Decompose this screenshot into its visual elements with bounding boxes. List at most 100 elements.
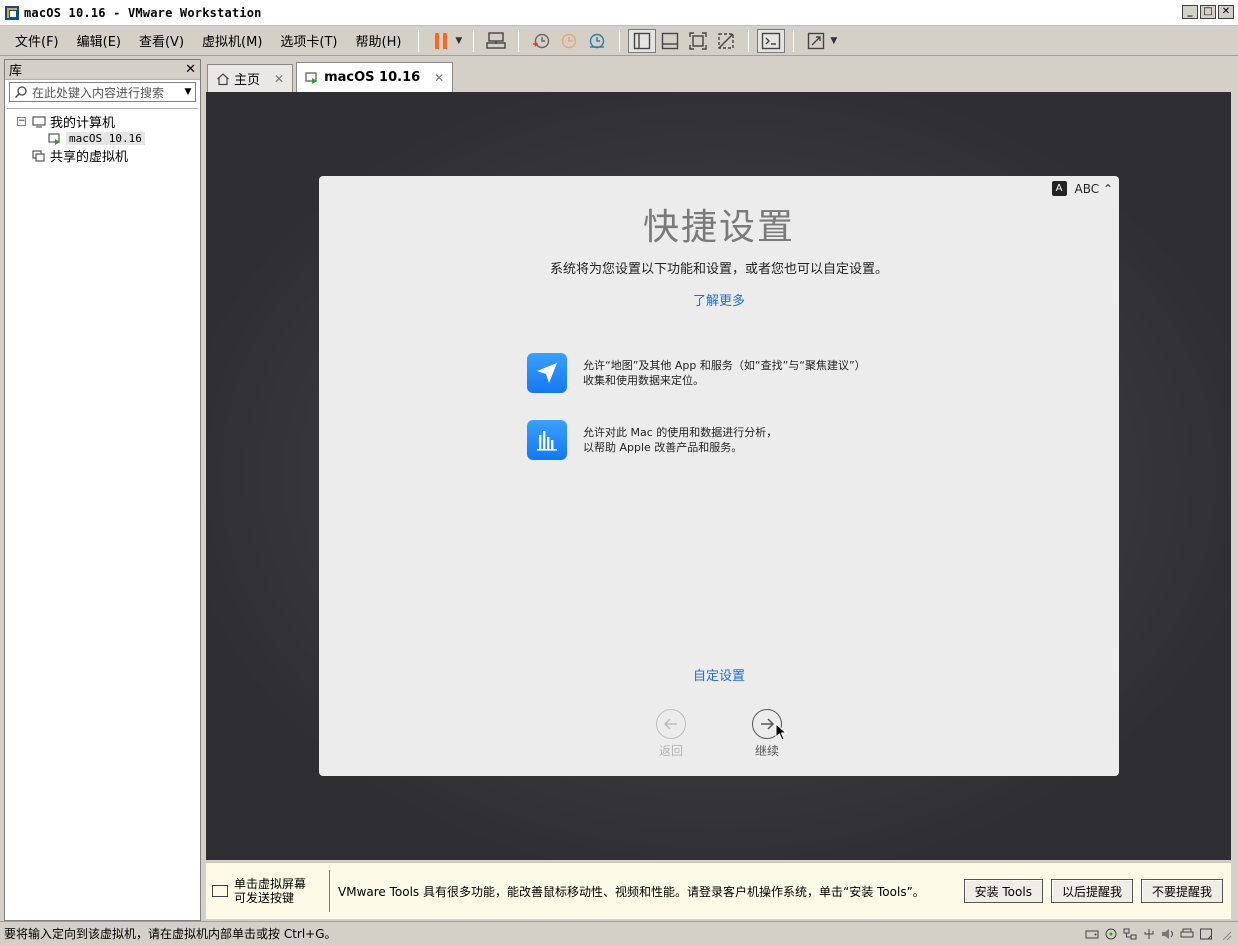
- revert-snapshot-icon: [562, 33, 577, 48]
- close-library-button[interactable]: ✕: [185, 62, 196, 77]
- feature-location-line1: 允许“地图”及其他 App 和服务（如“查找”与“聚焦建议”）: [583, 359, 866, 372]
- input-source-label: ABC ⌃: [1074, 181, 1113, 196]
- minimize-button[interactable]: _: [1182, 5, 1198, 19]
- usb-icon[interactable]: [1142, 928, 1156, 940]
- resize-grip-icon[interactable]: [1218, 928, 1232, 940]
- hint-line2: 可发送按键: [234, 891, 295, 905]
- message-log-icon[interactable]: [1199, 928, 1213, 940]
- stretch-button[interactable]: [802, 29, 830, 53]
- network-icon[interactable]: [1123, 928, 1137, 940]
- snapshot-icon: [533, 33, 550, 48]
- notification-message: VMware Tools 具有很多功能，能改善鼠标移动性、视频和性能。请登录客户…: [338, 884, 925, 899]
- tab-vm-close-icon[interactable]: ✕: [434, 71, 444, 85]
- search-placeholder: 在此处键入内容进行搜索: [32, 85, 165, 100]
- snapshot-manager-icon: [590, 33, 605, 48]
- analytics-chart-icon: [527, 420, 567, 460]
- menu-vm[interactable]: 虚拟机(M): [193, 31, 271, 50]
- pause-button[interactable]: [427, 29, 455, 53]
- cd-dvd-icon[interactable]: [1104, 928, 1118, 940]
- page-title: 快捷设置: [642, 207, 795, 248]
- menu-view[interactable]: 查看(V): [130, 31, 193, 50]
- toolbar-separator: [418, 29, 420, 52]
- tab-home-label: 主页: [234, 73, 261, 88]
- shared-vm-icon: [32, 149, 45, 162]
- customize-settings-link[interactable]: 自定设置: [319, 665, 1119, 684]
- input-source-badge: A: [1051, 181, 1067, 196]
- status-bar: 要将输入定向到该虚拟机，请在虚拟机内部单击或按 Ctrl+G。: [0, 921, 1238, 945]
- full-screen-button[interactable]: [684, 29, 712, 53]
- menu-tabs[interactable]: 选项卡(T): [271, 31, 346, 50]
- unity-button[interactable]: [712, 29, 740, 53]
- menu-toolbar: 文件(F) 编辑(E) 查看(V) 虚拟机(M) 选项卡(T) 帮助(H) ▼ …: [0, 26, 1238, 56]
- library-search-input[interactable]: 在此处键入内容进行搜索 ▼: [9, 82, 196, 102]
- tab-vm-label: macOS 10.16: [324, 70, 421, 85]
- show-thumbnail-button[interactable]: [656, 29, 684, 53]
- unity-icon: [718, 32, 735, 49]
- library-header: 库 ✕: [5, 60, 200, 80]
- collapse-icon[interactable]: −: [17, 117, 26, 126]
- tree-item-my-computer[interactable]: − 我的计算机: [7, 113, 198, 131]
- back-button[interactable]: 返回: [641, 709, 701, 759]
- back-arrow-icon: [656, 709, 686, 739]
- tab-home[interactable]: 主页 ✕: [207, 64, 294, 92]
- snapshot-button[interactable]: [527, 29, 555, 53]
- page-subtitle: 系统将为您设置以下功能和设置，或者您也可以自定设置。: [549, 262, 888, 277]
- send-ctrl-alt-del-button[interactable]: [482, 29, 510, 53]
- device-icons: [1085, 928, 1238, 940]
- title-bar: macOS 10.16 - VMware Workstation _ □ ✕: [0, 0, 1238, 26]
- show-library-icon: [634, 32, 651, 49]
- input-source-menu[interactable]: A ABC ⌃: [1051, 181, 1113, 196]
- menu-edit[interactable]: 编辑(E): [68, 31, 130, 50]
- menu-file[interactable]: 文件(F): [6, 31, 68, 50]
- hint-line1: 单击虚拟屏幕: [234, 877, 307, 891]
- console-view-icon: [762, 32, 781, 49]
- feature-analytics: 允许对此 Mac 的使用和数据进行分析， 以帮助 Apple 改善产品和服务。: [527, 420, 777, 460]
- tab-strip: 主页 ✕ macOS 10.16 ✕: [207, 62, 456, 92]
- vm-running-icon: [305, 71, 318, 84]
- feature-analytics-text: 允许对此 Mac 的使用和数据进行分析， 以帮助 Apple 改善产品和服务。: [583, 425, 777, 455]
- maximize-button[interactable]: □: [1200, 5, 1216, 19]
- tab-vm[interactable]: macOS 10.16 ✕: [296, 62, 454, 92]
- revert-snapshot-button[interactable]: [555, 29, 583, 53]
- sound-icon[interactable]: [1161, 928, 1175, 940]
- show-thumbnail-icon: [662, 32, 679, 49]
- learn-more-link[interactable]: 了解更多: [319, 290, 1119, 309]
- never-remind-button[interactable]: 不要提醒我: [1140, 879, 1223, 903]
- hard-disk-icon[interactable]: [1085, 928, 1099, 940]
- install-tools-button[interactable]: 安装 Tools: [963, 879, 1043, 903]
- menu-help[interactable]: 帮助(H): [347, 31, 411, 50]
- express-setup-panel: A ABC ⌃ 快捷设置 系统将为您设置以下功能和设置，或者您也可以自定设置。 …: [319, 176, 1119, 776]
- printer-icon[interactable]: [1180, 928, 1194, 940]
- window-controls: _ □ ✕: [1182, 5, 1234, 19]
- location-arrow-icon: [527, 353, 567, 393]
- window-title: macOS 10.16 - VMware Workstation: [24, 5, 262, 20]
- keyboard-icon: [212, 885, 228, 897]
- continue-button[interactable]: 继续: [737, 709, 797, 759]
- tab-home-close-icon[interactable]: ✕: [274, 72, 284, 86]
- vm-console[interactable]: A ABC ⌃ 快捷设置 系统将为您设置以下功能和设置，或者您也可以自定设置。 …: [206, 92, 1231, 860]
- search-dropdown-icon[interactable]: ▼: [181, 87, 195, 97]
- tree-label-my-computer: 我的计算机: [50, 116, 116, 131]
- computer-icon: [32, 115, 46, 128]
- library-title: 库: [9, 64, 23, 79]
- toolbar-separator: [619, 29, 621, 52]
- home-icon: [217, 72, 229, 85]
- send-ctrl-alt-del-icon: [486, 31, 507, 49]
- snapshot-manager-button[interactable]: [583, 29, 611, 53]
- tree-label-shared-vms: 共享的虚拟机: [50, 150, 129, 165]
- show-library-button[interactable]: [628, 28, 657, 53]
- tree-item-vm[interactable]: macOS 10.16: [7, 130, 198, 147]
- vm-running-icon: [48, 132, 60, 145]
- feature-analytics-line1: 允许对此 Mac 的使用和数据进行分析，: [583, 426, 778, 439]
- pause-dropdown-icon[interactable]: ▼: [455, 36, 465, 46]
- tree-item-shared-vms[interactable]: 共享的虚拟机: [7, 147, 198, 165]
- stretch-dropdown-icon[interactable]: ▼: [830, 36, 840, 46]
- click-screen-hint: 单击虚拟屏幕 可发送按键: [206, 870, 330, 912]
- toolbar-separator: [518, 29, 520, 52]
- console-view-button[interactable]: [757, 28, 786, 53]
- remind-later-button[interactable]: 以后提醒我: [1050, 879, 1133, 903]
- library-panel: 库 ✕ 在此处键入内容进行搜索 ▼ − 我的计算机 macOS 10.16 共享…: [4, 59, 201, 921]
- toolbar-separator: [793, 29, 795, 52]
- feature-location-text: 允许“地图”及其他 App 和服务（如“查找”与“聚焦建议”） 收集和使用数据来…: [583, 358, 866, 388]
- close-window-button[interactable]: ✕: [1218, 5, 1234, 19]
